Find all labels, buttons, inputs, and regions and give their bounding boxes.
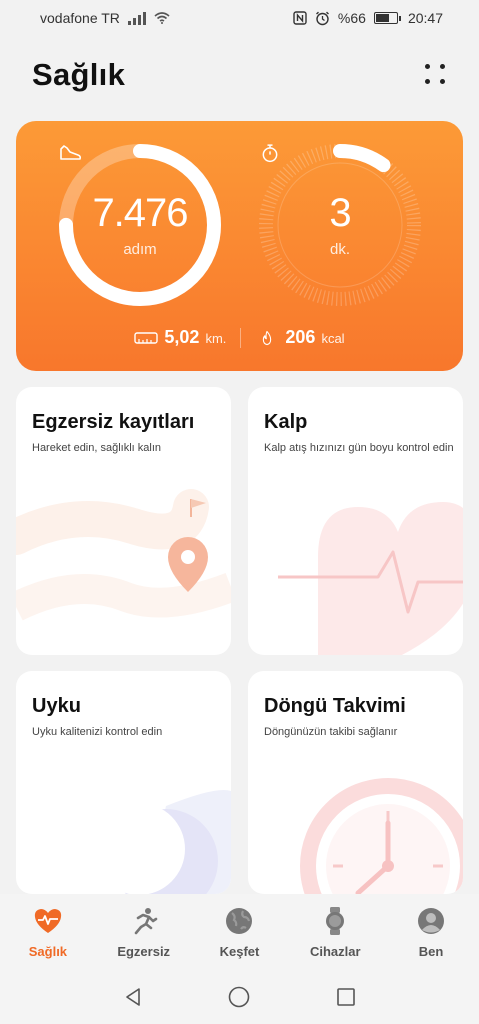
exercise-records-card[interactable]: Egzersiz kayıtları Hareket edin, sağlıkl… [16,387,231,655]
calories-stat: 206 kcal [255,327,345,348]
activity-stats: 5,02 km. 206 kcal [16,327,463,348]
sleep-title: Uyku [32,695,81,717]
sleep-subtitle: Uyku kalitenizi kontrol edin [32,726,163,738]
minutes-unit: dk. [329,240,350,258]
calories-unit: kcal [321,331,345,346]
nav-label-saglik: Sağlık [28,944,68,959]
minutes-ring[interactable]: 3 dk. [258,143,422,307]
minutes-center: 3 dk. [258,143,422,307]
steps-ring[interactable]: 7.476 adım [58,143,222,307]
carrier-name: vodafone TR [40,10,120,26]
exercise-records-subtitle: Hareket edin, sağlıklı kalın [32,442,162,454]
nav-label-cihazlar: Cihazlar [309,944,361,959]
status-right: %66 20:47 [293,10,443,26]
stopwatch-icon [262,144,278,163]
sleep-card[interactable]: Uyku Uyku kalitenizi kontrol edin [16,671,231,894]
dot-icon [425,64,430,69]
distance-stat: 5,02 km. [134,327,226,348]
dot-icon [425,79,430,84]
cycle-calendar-card[interactable]: Döngü Takvimi Döngünüzün takibi sağlanır [248,671,463,894]
battery-icon [373,12,401,24]
signal-icon [127,11,146,25]
page-header: Sağlık [32,52,449,98]
more-options-button[interactable] [423,62,449,88]
minutes-value: 3 [329,190,351,235]
nfc-icon [293,11,307,25]
status-bar: vodafone TR %66 20:47 [0,0,479,36]
running-icon [129,906,159,936]
nav-label-egzersiz: Egzersiz [117,944,171,959]
person-icon [416,906,446,936]
nav-item-kesfet[interactable]: Keşfet [194,906,284,959]
shoe-icon [60,145,82,160]
watch-icon [320,906,350,936]
heart-subtitle: Kalp atış hızınızı gün boyu kontrol edin [264,442,454,454]
nav-item-ben[interactable]: Ben [386,906,476,959]
status-left: vodafone TR [40,10,170,26]
page-title: Sağlık [32,57,126,92]
recents-icon[interactable] [335,986,357,1008]
exercise-records-title: Egzersiz kayıtları [32,411,195,433]
heart-card[interactable]: Kalp Kalp atış hızınızı gün boyu kontrol… [248,387,463,655]
home-icon[interactable] [227,985,251,1009]
nav-item-egzersiz[interactable]: Egzersiz [99,906,189,959]
globe-icon [224,906,254,936]
distance-value: 5,02 [164,327,200,347]
back-icon[interactable] [122,986,144,1008]
steps-center: 7.476 adım [58,143,222,307]
wifi-icon [154,12,170,24]
stats-divider [240,327,242,348]
cycle-calendar-title: Döngü Takvimi [264,695,406,717]
calories-value: 206 [285,327,316,347]
nav-label-ben: Ben [418,944,444,959]
battery-percent: %66 [337,10,366,26]
heart-title: Kalp [264,411,308,433]
dot-icon [440,79,445,84]
nav-item-saglik[interactable]: Sağlık [3,906,93,959]
clock: 20:47 [407,10,443,26]
alarm-icon [315,11,329,25]
flame-icon [263,330,272,345]
steps-value: 7.476 [92,190,188,235]
distance-unit: km. [205,331,227,346]
nav-label-kesfet: Keşfet [219,944,260,959]
nav-item-cihazlar[interactable]: Cihazlar [290,906,380,959]
dot-icon [440,64,445,69]
cycle-calendar-subtitle: Döngünüzün takibi sağlanır [264,726,398,738]
heart-pulse-icon [33,906,63,936]
steps-unit: adım [123,240,157,258]
system-navigation [0,970,479,1024]
bottom-navigation: Sağlık Egzersiz Keşfet Cihazlar Ben [0,894,479,970]
ruler-icon [134,331,159,344]
activity-card[interactable]: 7.476 adım 3 dk. 5,02 km. 206 kcal [16,121,463,371]
